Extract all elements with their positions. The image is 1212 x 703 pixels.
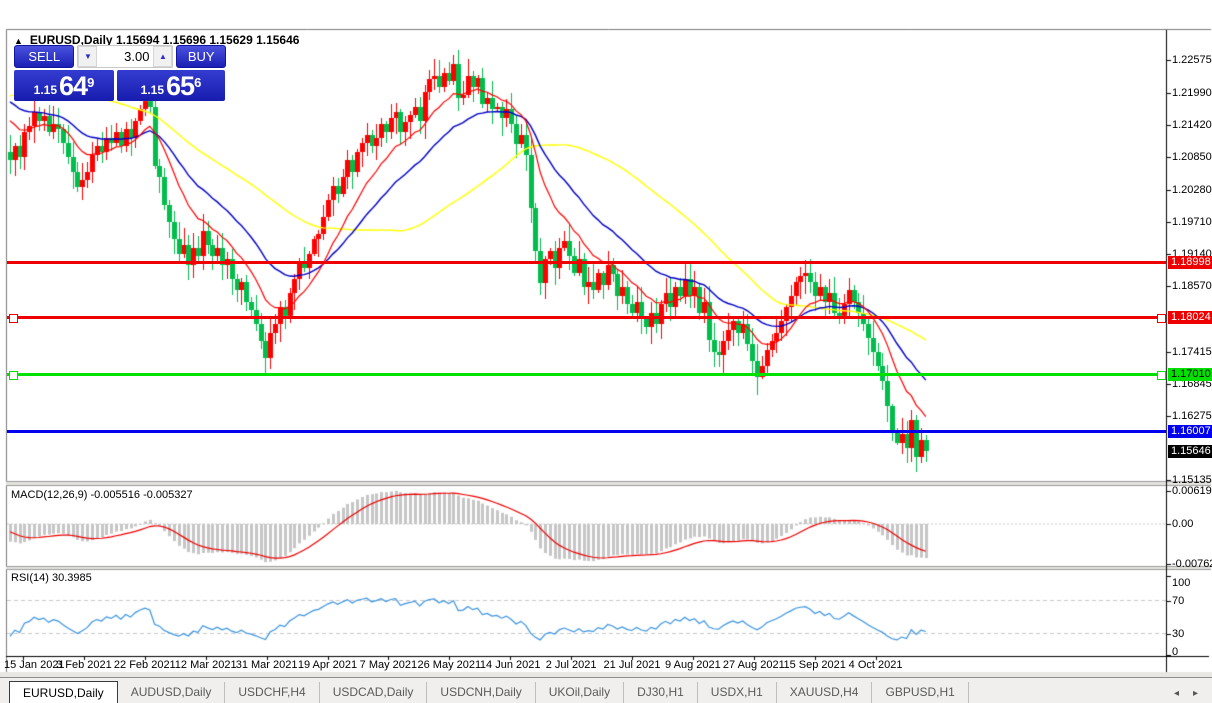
buy-price-sup: 6 [194, 75, 202, 90]
price-axis-label: 1.21420 [1172, 119, 1212, 132]
sell-price-button[interactable]: 1.15 64 9 [14, 70, 114, 101]
symbol-tabbar: EURUSD,Daily AUDUSD,Daily USDCHF,H4 USDCAD,… [0, 677, 1212, 703]
symbol-tab-DJ30-H1[interactable]: DJ30,H1 [624, 682, 698, 703]
tab-scroll-left-icon[interactable]: ◂ [1174, 688, 1179, 699]
one-click-trade-panel: SELL ▼ 3.00 ▲ BUY 1.15 64 9 1.15 65 6 [14, 45, 226, 101]
price-axis-label: 1.20280 [1172, 183, 1212, 196]
price-axis-label: 1.21990 [1172, 87, 1212, 100]
price-axis-label: 1.18570 [1172, 280, 1212, 293]
date-axis-label: 31 Mar 2021 [235, 659, 298, 671]
symbol-tab-USDCNH-Daily[interactable]: USDCNH,Daily [427, 682, 536, 703]
price-axis-label: 1.22575 [1172, 54, 1212, 66]
date-axis-label: 27 Aug 2021 [722, 659, 785, 671]
sell-button[interactable]: SELL [14, 45, 75, 68]
tab-scroll-right-icon[interactable]: ▸ [1193, 688, 1198, 699]
volume-decrease-icon[interactable]: ▼ [78, 46, 98, 67]
level-line-1.18998[interactable] [7, 260, 1166, 264]
rsi-axis-label: 70 [1172, 594, 1185, 607]
volume-stepper: ▼ 3.00 ▲ [77, 45, 174, 68]
date-axis-label: 7 May 2021 [359, 659, 418, 671]
macd-axis-label: -0.007621 [1172, 558, 1212, 571]
rsi-axis-label: 0 [1172, 646, 1179, 658]
sell-price-sup: 9 [87, 75, 95, 90]
mt4-window: 5M30H1H4D1W1MN ▲EURUSD,Daily 1.15694 1.1… [0, 0, 1212, 703]
level-line-1.1701[interactable] [7, 372, 1166, 376]
symbol-tab-EURUSD-Daily[interactable]: EURUSD,Daily [9, 681, 118, 703]
date-axis-label: 2 Jul 2021 [545, 659, 597, 671]
level-line-1.18024[interactable] [7, 315, 1166, 319]
level-axis-handle[interactable] [1157, 370, 1166, 380]
buy-price-prefix: 1.15 [140, 83, 165, 97]
chart-canvas[interactable] [0, 0, 1212, 703]
price-axis-label: 1.17415 [1172, 345, 1212, 358]
volume-increase-icon[interactable]: ▲ [153, 46, 173, 67]
sell-price-big: 64 [59, 71, 88, 101]
level-left-handle[interactable] [9, 313, 18, 323]
price-tag-1.18024: 1.18024 [1168, 310, 1212, 324]
price-tag-1.17010: 1.17010 [1168, 367, 1212, 381]
buy-price-big: 65 [166, 71, 195, 101]
buy-price-button[interactable]: 1.15 65 6 [117, 70, 225, 101]
date-axis-label: 15 Sep 2021 [783, 659, 846, 671]
price-axis-label: 1.19710 [1172, 215, 1212, 228]
macd-label: MACD(12,26,9) -0.005516 -0.005327 [11, 489, 193, 501]
symbol-tab-USDX-H1[interactable]: USDX,H1 [698, 682, 777, 703]
price-tag-1.18998: 1.18998 [1168, 255, 1212, 269]
symbol-tab-AUDUSD-Daily[interactable]: AUDUSD,Daily [118, 682, 226, 703]
symbol-tab-XAUUSD-H4[interactable]: XAUUSD,H4 [777, 682, 873, 703]
date-axis-label: 12 Mar 2021 [174, 659, 237, 671]
level-axis-handle[interactable] [1157, 313, 1166, 323]
symbol-tab-UKOil-Daily[interactable]: UKOil,Daily [536, 682, 625, 703]
date-axis-label: 21 Jul 2021 [603, 659, 661, 671]
date-axis-label: 4 Oct 2021 [848, 659, 903, 671]
symbol-tab-GBPUSD-H1[interactable]: GBPUSD,H1 [872, 682, 969, 703]
level-line-1.16007[interactable] [7, 429, 1166, 433]
price-axis-label: 1.16275 [1172, 409, 1212, 422]
symbol-tab-USDCAD-Daily[interactable]: USDCAD,Daily [320, 682, 428, 703]
sell-price-prefix: 1.15 [33, 83, 58, 97]
rsi-axis-label: 30 [1172, 627, 1185, 640]
date-axis-label: 14 Jun 2021 [479, 659, 541, 671]
date-axis-label: 19 Apr 2021 [297, 659, 358, 671]
price-tag-1.15646: 1.15646 [1168, 444, 1212, 458]
macd-axis-label: 0.006193 [1172, 485, 1212, 498]
date-axis-label: 26 May 2021 [417, 659, 482, 671]
rsi-label: RSI(14) 30.3985 [11, 572, 92, 584]
buy-button[interactable]: BUY [176, 45, 226, 68]
rsi-axis-label: 100 [1172, 577, 1191, 589]
level-left-handle[interactable] [9, 370, 18, 380]
volume-input[interactable]: 3.00 [97, 46, 153, 67]
date-axis-label: 3 Feb 2021 [56, 659, 112, 671]
macd-axis-label: 0.00 [1172, 518, 1194, 530]
price-tag-1.16007: 1.16007 [1168, 424, 1212, 438]
symbol-tab-USDCHF-H4[interactable]: USDCHF,H4 [225, 682, 320, 703]
price-axis-label: 1.20850 [1172, 151, 1212, 164]
tab-scroll-arrows: ◂ ▸ [1174, 688, 1198, 699]
date-axis-label: 22 Feb 2021 [113, 659, 176, 671]
date-axis-label: 9 Aug 2021 [665, 659, 721, 671]
